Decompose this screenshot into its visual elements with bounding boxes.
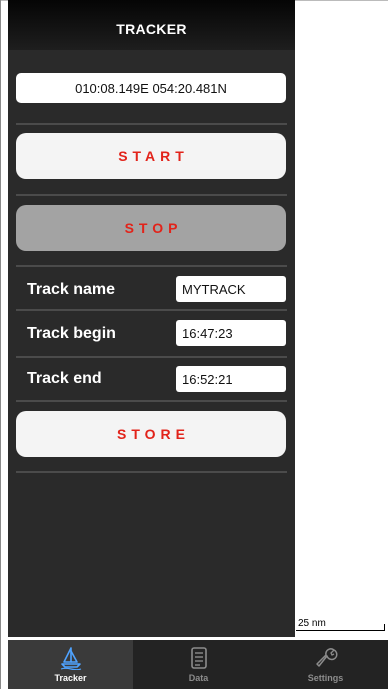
track-end-field[interactable]: 16:52:21 (176, 366, 286, 392)
divider (16, 471, 287, 473)
map-scale-bar (296, 630, 385, 631)
document-icon (190, 647, 207, 669)
track-name-input[interactable]: MYTRACK (176, 276, 286, 302)
store-button[interactable]: STORE (16, 411, 286, 457)
divider (16, 400, 287, 402)
sailboat-icon (60, 647, 81, 670)
track-end-label: Track end (27, 370, 102, 387)
tab-bar: Tracker Data Settings (8, 640, 388, 689)
window-border-left (0, 0, 1, 689)
tab-data[interactable]: Data (136, 640, 261, 689)
tab-tracker[interactable]: Tracker (8, 640, 133, 689)
track-begin-label: Track begin (27, 325, 116, 342)
divider (16, 309, 287, 311)
tracker-panel: TRACKER 010:08.149E 054:20.481N START ST… (8, 0, 295, 637)
divider (16, 123, 287, 125)
divider (16, 356, 287, 358)
map-scale-tick (384, 624, 385, 631)
divider (16, 265, 287, 267)
page-title: TRACKER (116, 21, 187, 37)
divider (16, 194, 287, 196)
map-scale-label: 25 nm (298, 618, 326, 629)
wrench-icon (315, 648, 337, 667)
start-button[interactable]: START (16, 133, 286, 179)
tab-settings[interactable]: Settings (263, 640, 388, 689)
position-display: 010:08.149E 054:20.481N (16, 73, 286, 103)
title-bar: TRACKER (8, 0, 295, 50)
tab-label-tracker: Tracker (54, 673, 87, 683)
stop-button[interactable]: STOP (16, 205, 286, 251)
track-name-label: Track name (27, 281, 116, 298)
track-begin-field[interactable]: 16:47:23 (176, 320, 286, 346)
tab-label-data: Data (188, 673, 209, 683)
tab-label-settings: Settings (307, 673, 344, 683)
